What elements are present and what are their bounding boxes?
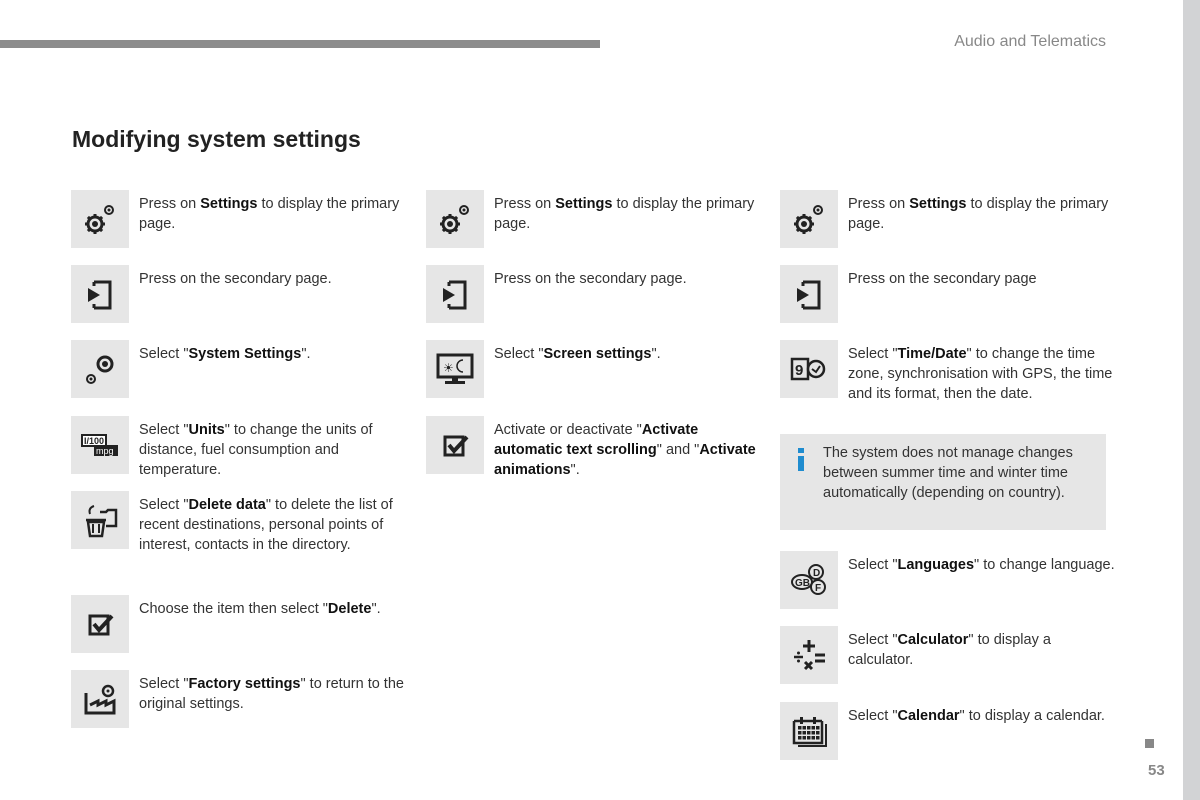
instruction-item: I/100 mpg Select "Units" to change the uni… <box>71 416 409 480</box>
instruction-item: Press on Settings to display the primary… <box>426 190 764 248</box>
delete-data-icon <box>71 491 129 549</box>
settings-icon <box>71 190 129 248</box>
instruction-item: 9 Select "Time/Date" to change the time z… <box>780 340 1118 404</box>
svg-text:mpg: mpg <box>96 446 114 456</box>
instruction-text: Press on Settings to display the primary… <box>494 196 755 232</box>
instruction-item: Press on the secondary page <box>780 265 1118 323</box>
info-note-text: The system does not manage changes betwe… <box>823 445 1073 501</box>
instruction-text: Select "Units" to change the units of di… <box>139 422 373 478</box>
page-number: 53 <box>1148 762 1165 779</box>
instruction-text: Select "Languages" to change language. <box>848 557 1115 573</box>
instruction-text: Activate or deactivate "Activate automat… <box>494 422 756 478</box>
languages-icon: D GB F <box>780 551 838 609</box>
end-marker <box>1145 739 1154 748</box>
calculator-icon <box>780 626 838 684</box>
system-settings-icon <box>71 340 129 398</box>
units-icon: I/100 mpg <box>71 416 129 474</box>
secondary-page-icon <box>71 265 129 323</box>
instruction-item: Press on Settings to display the primary… <box>780 190 1118 248</box>
factory-settings-icon <box>71 670 129 728</box>
instruction-item: Select "Factory settings" to return to t… <box>71 670 409 728</box>
instruction-text: Select "Calculator" to display a calcula… <box>848 632 1051 668</box>
svg-text:D: D <box>813 568 820 579</box>
instruction-item: Choose the item then select "Delete". <box>71 595 409 653</box>
instruction-item: Select "System Settings". <box>71 340 409 398</box>
instruction-text: Press on the secondary page <box>848 271 1037 287</box>
page-title: Modifying system settings <box>72 126 361 152</box>
svg-text:I/100: I/100 <box>84 436 104 446</box>
time-date-icon: 9 <box>780 340 838 398</box>
screen-settings-icon: ☀ <box>426 340 484 398</box>
instruction-text: Select "Factory settings" to return to t… <box>139 676 404 712</box>
secondary-page-icon <box>426 265 484 323</box>
settings-icon <box>426 190 484 248</box>
svg-text:GB: GB <box>795 578 810 589</box>
instruction-item: Press on the secondary page. <box>71 265 409 323</box>
svg-text:9: 9 <box>795 362 803 379</box>
info-note: The system does not manage changes betwe… <box>780 434 1106 530</box>
settings-icon <box>780 190 838 248</box>
instruction-item: D GB F Select "Languages" to change languag… <box>780 551 1118 609</box>
checkbox-icon <box>71 595 129 653</box>
instruction-item: Select "Calculator" to display a calcula… <box>780 626 1118 684</box>
instruction-text: Select "Screen settings". <box>494 346 661 362</box>
instruction-item: Select "Calendar" to display a calendar. <box>780 702 1118 760</box>
info-icon <box>798 448 804 471</box>
instruction-text: Select "Time/Date" to change the time zo… <box>848 346 1113 402</box>
page-edge-strip <box>1183 0 1200 800</box>
svg-text:F: F <box>815 583 821 594</box>
instruction-text: Press on Settings to display the primary… <box>139 196 400 232</box>
instruction-text: Press on Settings to display the primary… <box>848 196 1109 232</box>
instruction-text: Select "System Settings". <box>139 346 311 362</box>
header-bar <box>0 40 600 48</box>
instruction-text: Choose the item then select "Delete". <box>139 601 381 617</box>
secondary-page-icon <box>780 265 838 323</box>
instruction-item: Press on Settings to display the primary… <box>71 190 409 248</box>
checkbox-icon <box>426 416 484 474</box>
instruction-text: Select "Calendar" to display a calendar. <box>848 708 1105 724</box>
instruction-item: Activate or deactivate "Activate automat… <box>426 416 764 480</box>
instruction-text: Press on the secondary page. <box>494 271 687 287</box>
instruction-item: ☀ Select "Screen settings". <box>426 340 764 398</box>
svg-text:☀: ☀ <box>443 361 454 375</box>
section-title: Audio and Telematics <box>954 33 1106 50</box>
instruction-item: Press on the secondary page. <box>426 265 764 323</box>
calendar-icon <box>780 702 838 760</box>
instruction-text: Press on the secondary page. <box>139 271 332 287</box>
instruction-text: Select "Delete data" to delete the list … <box>139 497 393 553</box>
instruction-item: Select "Delete data" to delete the list … <box>71 491 409 555</box>
